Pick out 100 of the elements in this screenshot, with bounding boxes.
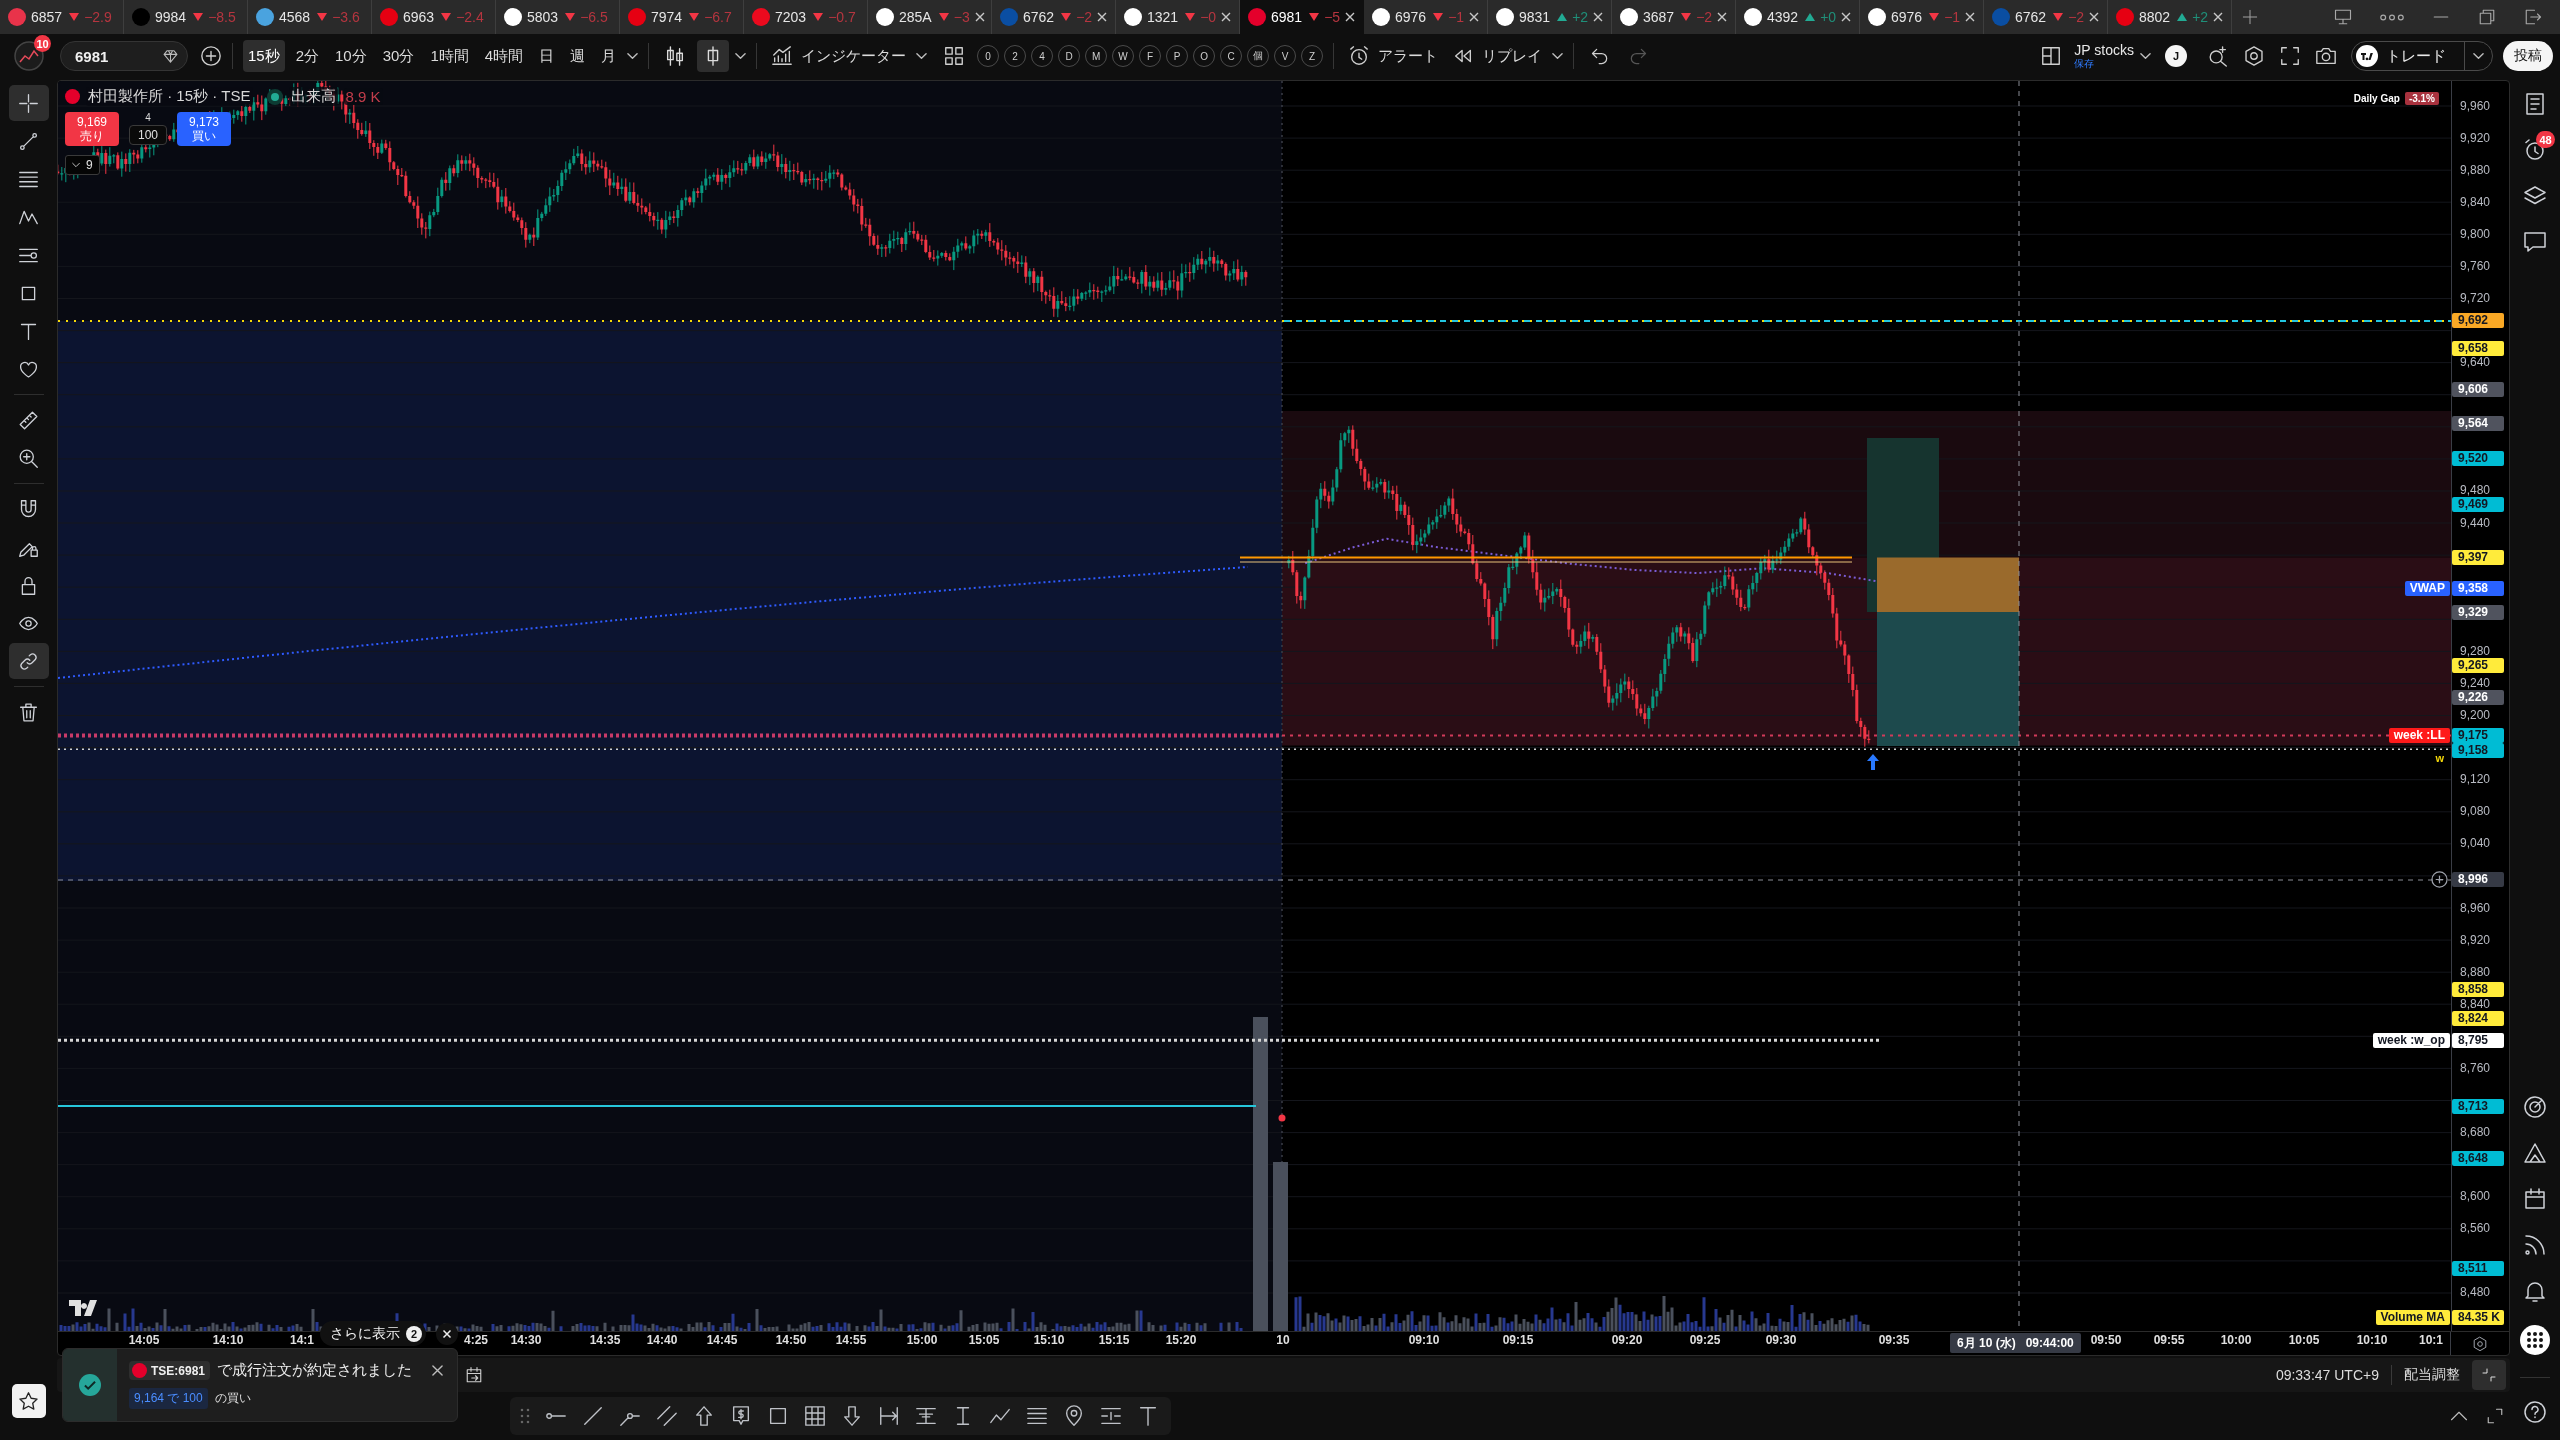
more-icon[interactable] — [2380, 13, 2404, 21]
camera-icon[interactable] — [2315, 45, 2337, 67]
price-label-icon[interactable] — [730, 1405, 752, 1427]
close-icon[interactable] — [432, 1365, 443, 1376]
drawing-tool-button[interactable] — [8, 643, 49, 679]
diamond-icon[interactable] — [162, 47, 179, 65]
settings-icon[interactable] — [2243, 45, 2265, 67]
add-icon[interactable] — [2431, 870, 2448, 888]
interval-button[interactable]: 2分 — [290, 40, 325, 72]
caret-icon[interactable] — [1552, 52, 1564, 60]
adjustment-button[interactable]: 配当調整 — [2404, 1366, 2460, 1384]
symbol-tab[interactable]: 6981 −5 — [1240, 0, 1364, 34]
close-icon[interactable] — [1345, 12, 1356, 22]
interval-button[interactable]: 日 — [534, 40, 560, 72]
symbol-tab[interactable]: 1321 −0 — [1116, 0, 1240, 34]
interval-button[interactable]: 30分 — [377, 40, 420, 72]
chart-style-button[interactable] — [697, 40, 730, 72]
restore-icon[interactable] — [2478, 8, 2496, 26]
interval-button[interactable]: 15秒 — [243, 40, 285, 72]
symbol-search-field[interactable]: 6981 — [60, 41, 188, 71]
signal-icon[interactable] — [2523, 1233, 2547, 1257]
fullscreen-icon[interactable] — [2279, 45, 2301, 67]
indicators-button[interactable]: インジケーター — [767, 40, 911, 72]
caret-icon[interactable] — [2140, 52, 2151, 60]
close-icon[interactable] — [1965, 12, 1976, 22]
target-icon[interactable] — [2523, 1095, 2547, 1119]
exit-icon[interactable] — [2524, 8, 2542, 26]
add-icon[interactable] — [200, 45, 222, 67]
chart-title[interactable]: 村田製作所 · 15秒 · TSE — [86, 87, 253, 106]
indicators-toggle[interactable]: 9 — [65, 155, 100, 175]
sell-button[interactable]: 9,169 売り — [65, 112, 119, 146]
caret-icon[interactable] — [916, 52, 928, 60]
calendar-arrow-icon[interactable] — [465, 1366, 483, 1384]
close-icon[interactable] — [1097, 12, 1108, 22]
calendar-icon[interactable] — [2523, 1187, 2547, 1211]
range-lines-icon[interactable] — [1100, 1405, 1122, 1427]
symbol-tab[interactable]: 285A −3 — [868, 0, 992, 34]
settings-icon[interactable] — [2472, 1335, 2488, 1352]
alert-button[interactable]: アラート — [1344, 40, 1443, 72]
mountain-icon[interactable] — [2523, 1141, 2547, 1165]
show-more-button[interactable]: さらに表示 2 — [320, 1321, 426, 1346]
symbol-tab[interactable]: 6963 −2.4 — [372, 0, 496, 34]
close-icon[interactable] — [1841, 12, 1852, 22]
list-icon[interactable] — [2523, 92, 2547, 116]
caret-icon[interactable] — [627, 52, 639, 60]
close-icon[interactable] — [974, 12, 985, 22]
symbol-tab[interactable]: 7974 −6.7 — [620, 0, 744, 34]
collapse-button[interactable] — [2472, 1360, 2506, 1390]
publish-button[interactable]: 投稿 — [2503, 41, 2553, 71]
symbol-tab[interactable]: 6857 −2.9 — [0, 0, 124, 34]
down-arrow-icon[interactable] — [841, 1405, 863, 1427]
plus-icon[interactable] — [2242, 9, 2258, 25]
interval-button[interactable]: 4時間 — [479, 40, 529, 72]
interval-button[interactable]: 10分 — [330, 40, 372, 72]
close-icon[interactable] — [1593, 12, 1604, 22]
bell-icon[interactable] — [2523, 1279, 2547, 1303]
symbol-tab[interactable]: 6976 −1 — [1364, 0, 1488, 34]
rectangle-icon[interactable] — [767, 1405, 789, 1427]
search-plus-icon[interactable] — [2207, 45, 2229, 67]
map-pin-icon[interactable] — [1063, 1405, 1085, 1427]
quantity-field[interactable]: 100 — [129, 125, 167, 145]
close-icon[interactable] — [1469, 12, 1480, 22]
interval-button[interactable]: 月 — [596, 40, 622, 72]
symbol-tab[interactable]: 6762 −2 — [1984, 0, 2108, 34]
symbol-tab[interactable]: 3687 −2 — [1612, 0, 1736, 34]
expand-icon[interactable] — [2486, 1407, 2504, 1425]
interval-button[interactable]: 週 — [565, 40, 591, 72]
favorites-button[interactable] — [11, 1384, 46, 1418]
symbol-tab[interactable]: 6976 −1 — [1860, 0, 1984, 34]
interval-button[interactable]: 1時間 — [425, 40, 474, 72]
stacked-lines-icon[interactable] — [915, 1405, 937, 1427]
caret-icon[interactable] — [2473, 52, 2484, 60]
buy-button[interactable]: 9,173 買い — [177, 112, 231, 146]
replay-button[interactable]: リプレイ — [1448, 40, 1547, 72]
chat-icon[interactable] — [2523, 230, 2547, 254]
apps-icon[interactable] — [2520, 1325, 2550, 1355]
help-icon[interactable] — [2523, 1400, 2547, 1424]
symbol-tab[interactable]: 9984 −8.5 — [124, 0, 248, 34]
symbol-tab[interactable]: 8802 +2 — [2108, 0, 2232, 34]
trend-line-icon[interactable] — [582, 1405, 604, 1427]
layout-icon[interactable] — [2040, 45, 2063, 67]
grid-icon[interactable] — [804, 1405, 826, 1427]
close-icon[interactable] — [2089, 12, 2100, 22]
layout-name-button[interactable]: JP stocks 保存 — [2074, 43, 2134, 69]
symbol-tab[interactable]: 4392 +0 — [1736, 0, 1860, 34]
symbol-tab[interactable]: 7203 −0.7 — [744, 0, 868, 34]
symbol-tab[interactable]: 6762 −2 — [992, 0, 1116, 34]
lines-icon[interactable] — [1026, 1405, 1048, 1427]
grid-icon[interactable] — [943, 45, 966, 67]
symbol-tab[interactable]: 9831 +2 — [1488, 0, 1612, 34]
drawing-tool-button[interactable] — [8, 85, 49, 121]
drag-handle-icon[interactable] — [520, 1408, 530, 1424]
account-button[interactable]: J — [2165, 45, 2187, 67]
up-arrow-icon[interactable] — [693, 1405, 715, 1427]
text-icon[interactable] — [1137, 1405, 1159, 1427]
symbol-tab[interactable]: 4568 −3.6 — [248, 0, 372, 34]
close-icon[interactable] — [436, 1322, 458, 1345]
caret-icon[interactable] — [735, 52, 747, 60]
parallel-lines-icon[interactable] — [656, 1405, 678, 1427]
monitor-icon[interactable] — [2334, 8, 2352, 26]
